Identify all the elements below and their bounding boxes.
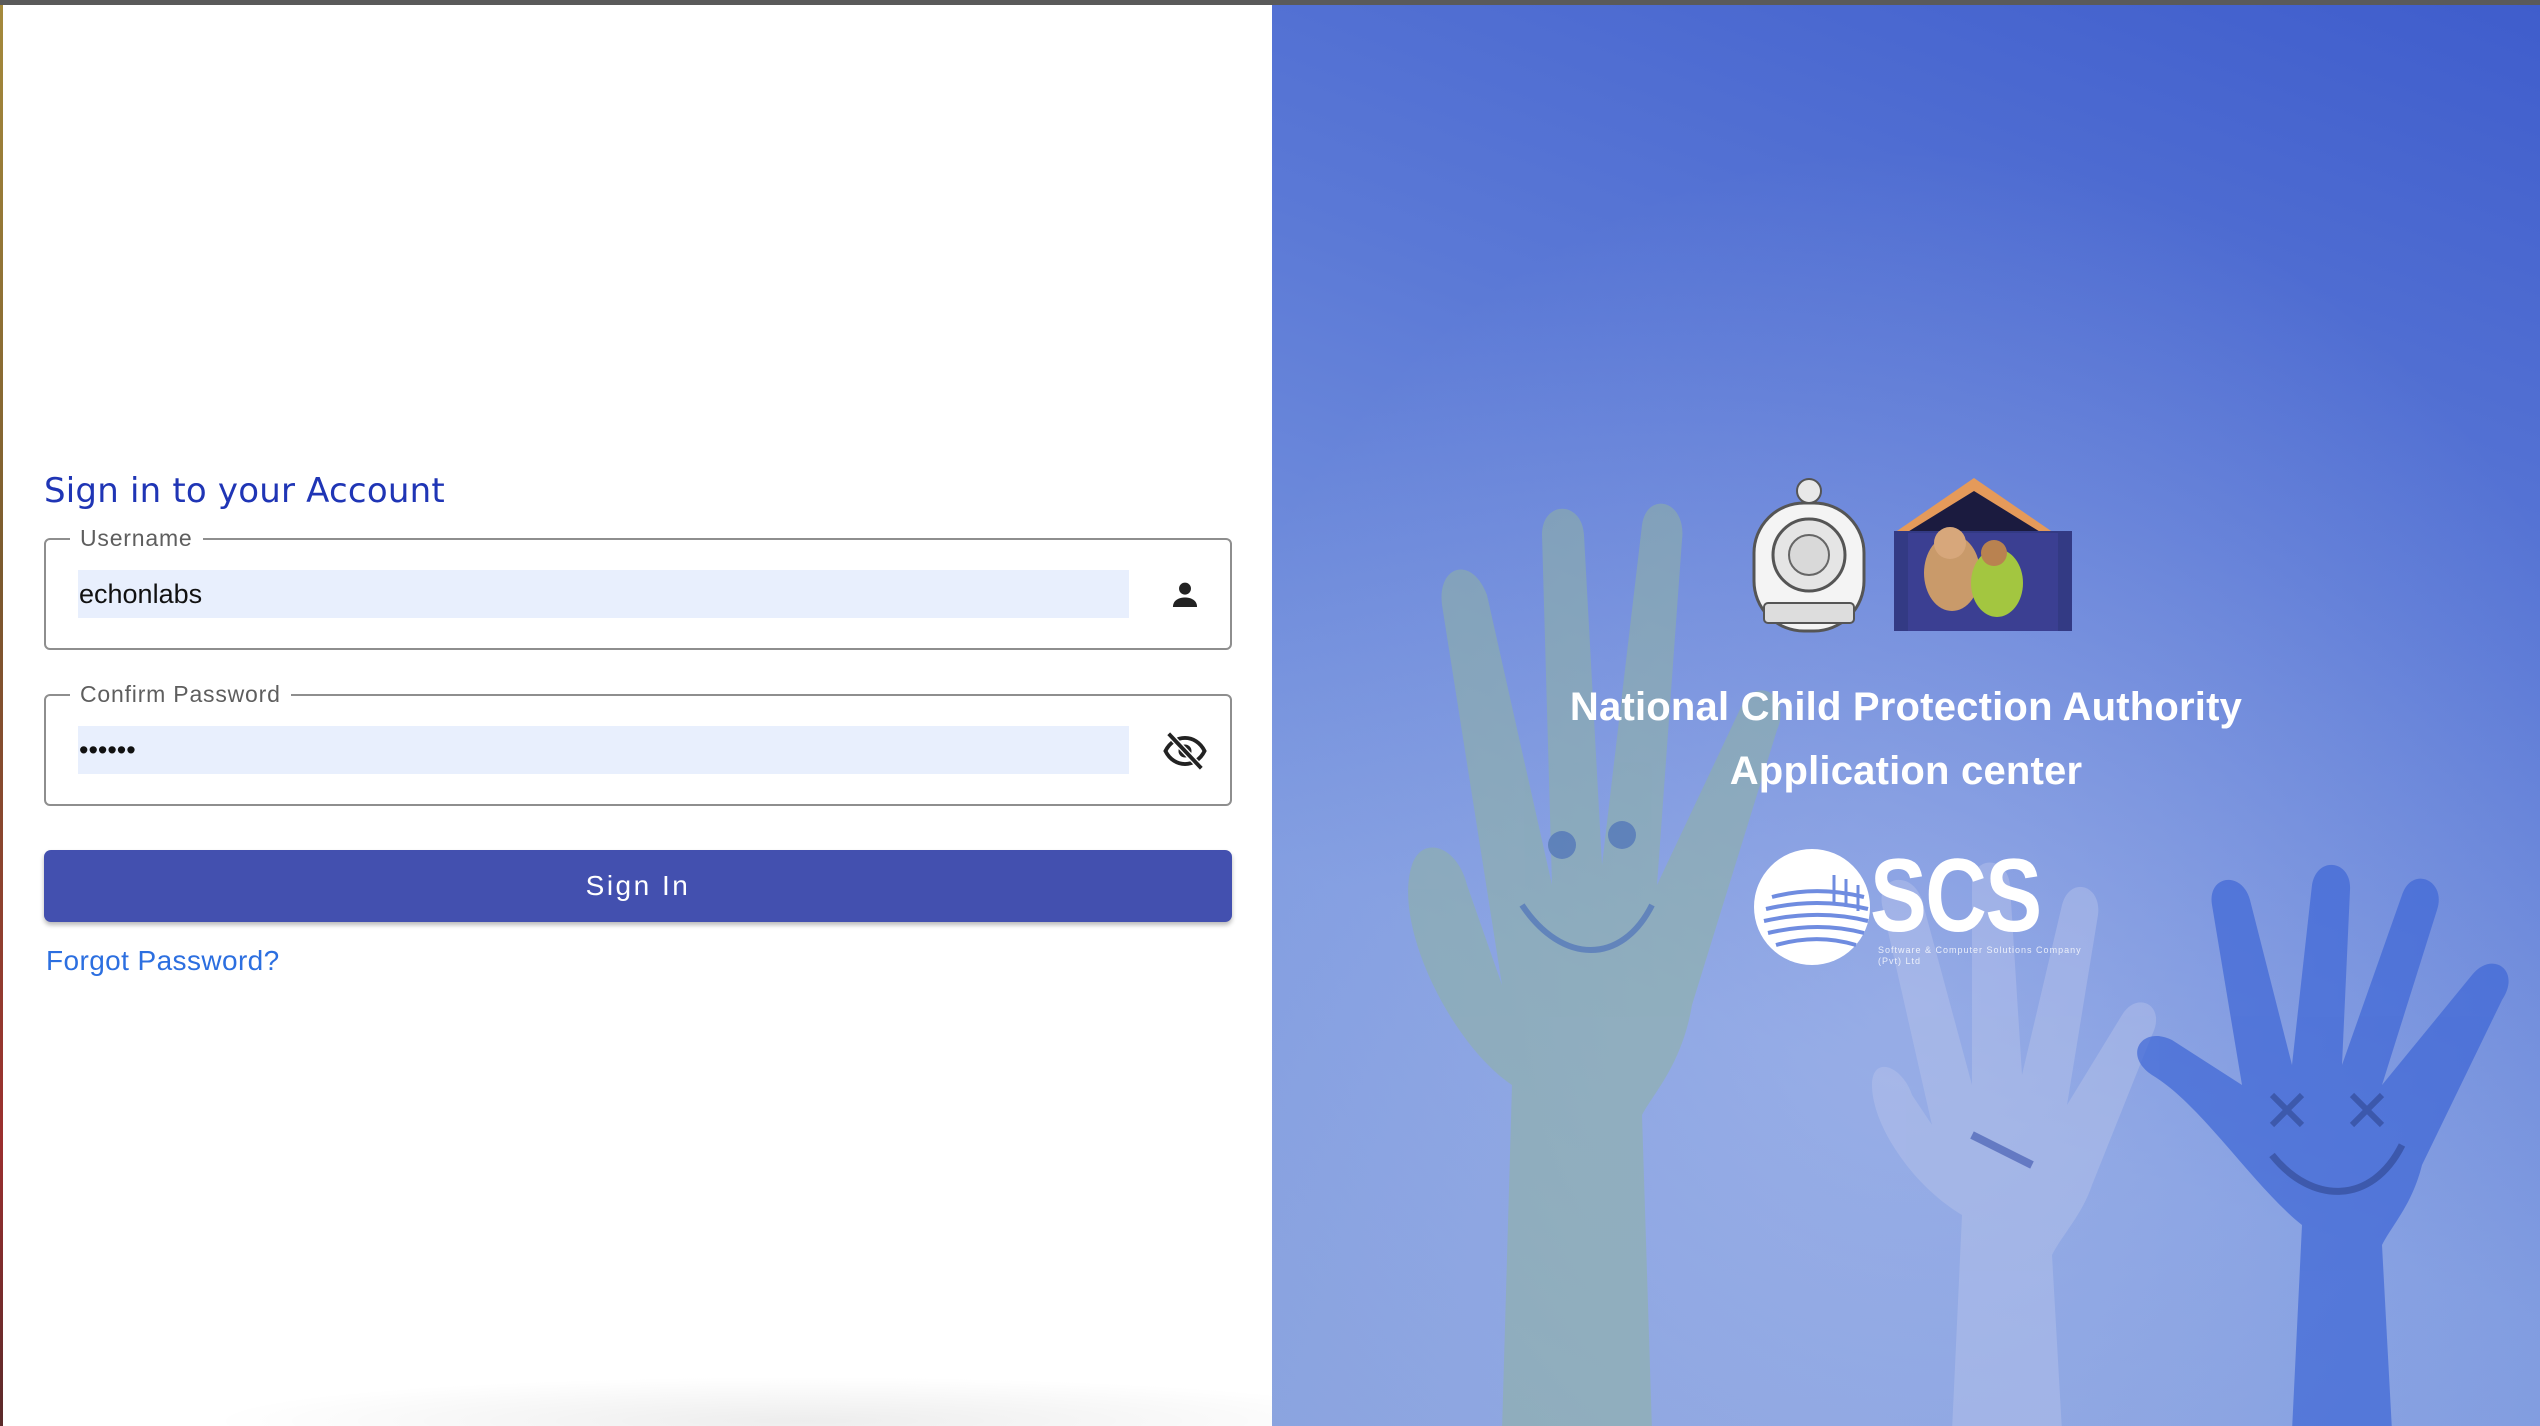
government-logos — [1752, 478, 2072, 633]
login-title: Sign in to your Account — [44, 471, 445, 511]
sri-lanka-emblem-icon — [1752, 478, 1866, 633]
login-panel: Sign in to your Account Username Confirm… — [3, 5, 1403, 1426]
username-field: Username — [44, 523, 1232, 650]
sign-in-button[interactable]: Sign In — [44, 850, 1232, 922]
branding-panel: National Child Protection Authority Appl… — [1272, 5, 2540, 1426]
scs-logo-subtitle: Software & Computer Solutions Company (P… — [1878, 945, 2082, 966]
app-window: Sign in to your Account Username Confirm… — [0, 0, 2540, 1426]
password-input[interactable] — [78, 726, 1129, 774]
username-input[interactable] — [78, 570, 1129, 618]
forgot-password-link[interactable]: Forgot Password? — [46, 945, 280, 977]
password-label: Confirm Password — [70, 679, 291, 709]
ncpa-logo-icon — [1894, 478, 2072, 631]
username-label: Username — [70, 523, 203, 553]
branding-title: National Child Protection Authority — [1569, 685, 2243, 729]
scs-logo-text: SCS — [1870, 838, 2042, 954]
person-icon — [1162, 572, 1208, 618]
panel-shadow — [203, 1376, 1403, 1426]
password-field: Confirm Password — [44, 679, 1232, 806]
branding-subtitle: Application center — [1729, 749, 2083, 793]
eye-off-icon[interactable] — [1162, 728, 1208, 774]
